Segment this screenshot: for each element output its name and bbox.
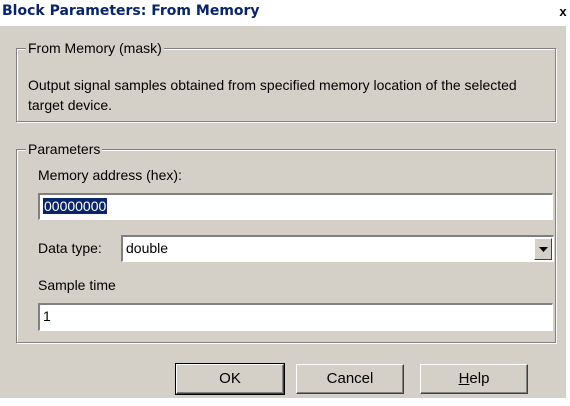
data-type-value: double [126, 240, 169, 256]
help-label-rest: elp [469, 370, 490, 387]
memory-address-field[interactable]: 00000000 [38, 193, 553, 220]
memory-address-label: Memory address (hex): [38, 167, 182, 183]
window-right-edge [566, 26, 570, 406]
chevron-down-icon [539, 247, 548, 252]
mask-group-legend: From Memory (mask) [26, 40, 164, 57]
dropdown-button[interactable] [534, 238, 552, 260]
window-bottom-edge [0, 398, 570, 406]
close-icon[interactable]: x [556, 4, 570, 20]
data-type-label: Data type: [38, 240, 102, 256]
sample-time-label: Sample time [38, 277, 116, 293]
cancel-button[interactable]: Cancel [296, 364, 404, 394]
title-bar[interactable]: Block Parameters: From Memory x [0, 0, 570, 26]
data-type-select[interactable]: double [121, 235, 554, 262]
mask-description: Output signal samples obtained from spec… [28, 77, 517, 113]
window-title: Block Parameters: From Memory [2, 3, 260, 19]
dialog-window: Block Parameters: From Memory x From Mem… [0, 0, 570, 406]
parameters-group-legend: Parameters [26, 141, 103, 158]
help-mnemonic: H [458, 370, 470, 387]
sample-time-value: 1 [43, 308, 51, 324]
sample-time-field[interactable]: 1 [38, 303, 553, 331]
memory-address-value: 00000000 [43, 198, 108, 214]
help-button[interactable]: Help [420, 364, 528, 394]
ok-button[interactable]: OK [175, 363, 285, 395]
